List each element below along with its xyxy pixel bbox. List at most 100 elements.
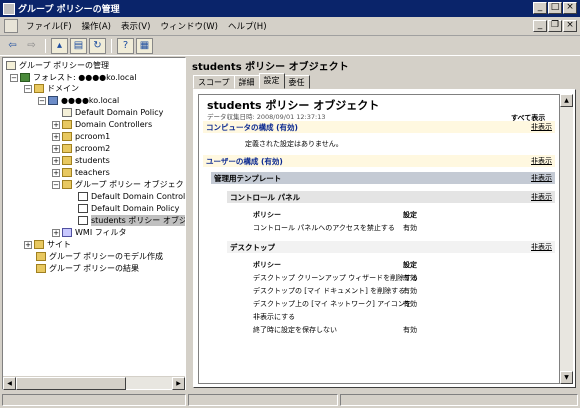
ou-icon bbox=[62, 132, 72, 141]
mdi-restore-button[interactable]: ❐ bbox=[548, 20, 562, 32]
folder-icon bbox=[36, 264, 46, 273]
user-config-header[interactable]: ユーザーの構成 (有効) 非表示 bbox=[203, 155, 555, 167]
section-label: ユーザーの構成 (有効) bbox=[206, 156, 283, 166]
expand-toggle[interactable]: + bbox=[52, 144, 60, 153]
hide-link[interactable]: 非表示 bbox=[531, 122, 552, 132]
menu-action[interactable]: 操作(A) bbox=[77, 20, 116, 32]
hide-link[interactable]: 非表示 bbox=[531, 242, 552, 252]
tree-item-pcroom1[interactable]: + pcroom1 bbox=[52, 131, 110, 142]
collapse-toggle[interactable]: − bbox=[10, 73, 18, 82]
tree-horizontal-scrollbar[interactable]: ◀ ▶ bbox=[3, 376, 185, 390]
ou-icon bbox=[62, 168, 72, 177]
tree-gpo-default-dc[interactable]: Default Domain Controll bbox=[78, 191, 185, 202]
policy-column-header: ポリシー bbox=[253, 211, 281, 219]
menu-view[interactable]: 表示(V) bbox=[116, 20, 155, 32]
hide-link[interactable]: 非表示 bbox=[531, 156, 552, 166]
policy-setting: 有効 bbox=[403, 326, 417, 334]
tree-item-default-domain-policy[interactable]: Default Domain Policy bbox=[62, 107, 163, 118]
tree-item-students[interactable]: + students bbox=[52, 155, 110, 166]
folder-icon bbox=[34, 240, 44, 249]
minimize-button[interactable]: _ bbox=[533, 2, 547, 14]
tree-forest[interactable]: − フォレスト: ●●●●ko.local bbox=[10, 72, 136, 83]
policy-setting: 有効 bbox=[403, 300, 417, 308]
desktop-header[interactable]: デスクトップ 非表示 bbox=[227, 241, 555, 253]
tree-root[interactable]: グループ ポリシーの管理 bbox=[6, 60, 109, 71]
menu-help[interactable]: ヘルプ(H) bbox=[223, 20, 272, 32]
tab-details[interactable]: 詳細 bbox=[233, 75, 260, 89]
back-arrow-icon[interactable]: ⇦ bbox=[4, 38, 21, 54]
tab-scope[interactable]: スコープ bbox=[193, 75, 235, 89]
menu-bar: ファイル(F) 操作(A) 表示(V) ウィンドウ(W) ヘルプ(H) _ ❐ … bbox=[0, 17, 580, 36]
properties-icon[interactable]: ▦ bbox=[136, 37, 153, 54]
control-panel-header[interactable]: コントロール パネル 非表示 bbox=[227, 191, 555, 203]
section-label: コンピュータの構成 (有効) bbox=[206, 122, 298, 132]
expand-toggle[interactable]: + bbox=[24, 240, 32, 249]
mdi-minimize-button[interactable]: _ bbox=[533, 20, 547, 32]
expand-toggle[interactable]: + bbox=[52, 120, 60, 129]
help-icon[interactable]: ? bbox=[117, 37, 134, 54]
tree-domains[interactable]: − ドメイン bbox=[24, 83, 79, 94]
mdi-close-button[interactable]: × bbox=[563, 20, 577, 32]
status-pane bbox=[188, 394, 338, 406]
console-icon[interactable] bbox=[4, 19, 18, 33]
tree-modeling[interactable]: グループ ポリシーのモデル作成 bbox=[36, 251, 163, 262]
tree-forest-label: フォレスト: ●●●●ko.local bbox=[33, 73, 137, 82]
tree-wmi-filters[interactable]: + WMI フィルタ bbox=[52, 227, 127, 238]
tree-item-label: Default Domain Policy bbox=[75, 108, 164, 117]
status-bar bbox=[0, 392, 580, 408]
menu-file[interactable]: ファイル(F) bbox=[21, 20, 77, 32]
tree-domain-label: ●●●●ko.local bbox=[61, 96, 120, 105]
tree-item-label: WMI フィルタ bbox=[75, 228, 127, 237]
scroll-track[interactable] bbox=[560, 107, 573, 371]
admin-templates-header[interactable]: 管理用テンプレート 非表示 bbox=[211, 172, 555, 184]
expand-toggle[interactable]: + bbox=[52, 156, 60, 165]
tree-item-domain-controllers[interactable]: + Domain Controllers bbox=[52, 119, 152, 130]
tab-delegation[interactable]: 委任 bbox=[283, 75, 310, 89]
tab-settings[interactable]: 設定 bbox=[258, 73, 285, 89]
window-title: グループ ポリシーの管理 bbox=[18, 5, 120, 15]
tree-item-gpo-container[interactable]: − グループ ポリシー オブジェクト bbox=[52, 179, 185, 190]
status-pane bbox=[2, 394, 186, 406]
section-label: 管理用テンプレート bbox=[214, 173, 282, 183]
tree-item-pcroom2[interactable]: + pcroom2 bbox=[52, 143, 110, 154]
hide-link[interactable]: 非表示 bbox=[531, 192, 552, 202]
tree-results[interactable]: グループ ポリシーの結果 bbox=[36, 263, 139, 274]
forest-icon bbox=[20, 73, 30, 82]
expand-toggle[interactable]: + bbox=[52, 132, 60, 141]
scroll-right-icon[interactable]: ▶ bbox=[172, 376, 185, 390]
scroll-down-icon[interactable]: ▼ bbox=[560, 371, 573, 384]
toolbar-separator bbox=[111, 38, 112, 53]
collapse-toggle[interactable]: − bbox=[24, 84, 32, 93]
wmi-filter-icon bbox=[62, 228, 72, 237]
tree-sites[interactable]: + サイト bbox=[24, 239, 71, 250]
hide-link[interactable]: 非表示 bbox=[531, 173, 552, 183]
tree-item-teachers[interactable]: + teachers bbox=[52, 167, 110, 178]
expand-toggle[interactable]: + bbox=[52, 168, 60, 177]
forward-arrow-icon[interactable]: ⇨ bbox=[23, 38, 40, 54]
up-folder-icon[interactable]: ▴ bbox=[51, 37, 68, 54]
title-bar: グループ ポリシーの管理 _ □ × bbox=[0, 0, 580, 17]
tree-item-label: グループ ポリシーのモデル作成 bbox=[49, 252, 164, 261]
gpo-icon bbox=[78, 192, 88, 201]
scroll-thumb[interactable] bbox=[16, 376, 126, 390]
collapse-toggle[interactable]: − bbox=[38, 96, 46, 105]
expand-toggle[interactable]: + bbox=[52, 228, 60, 237]
scroll-up-icon[interactable]: ▲ bbox=[560, 94, 573, 107]
collapse-toggle[interactable]: − bbox=[52, 180, 60, 189]
console-tree-pane: グループ ポリシーの管理 − フォレスト: ●●●●ko.local − ドメイ… bbox=[2, 57, 186, 390]
computer-config-header[interactable]: コンピュータの構成 (有効) 非表示 bbox=[203, 121, 555, 133]
menu-window[interactable]: ウィンドウ(W) bbox=[155, 20, 223, 32]
scroll-left-icon[interactable]: ◀ bbox=[3, 376, 16, 390]
refresh-icon[interactable]: ↻ bbox=[89, 37, 106, 54]
maximize-button[interactable]: □ bbox=[548, 2, 562, 14]
setting-column-header: 設定 bbox=[403, 261, 417, 269]
tree-domain[interactable]: − ●●●●ko.local bbox=[38, 95, 119, 106]
tree-item-label: サイト bbox=[47, 240, 71, 249]
tree-item-label: Domain Controllers bbox=[75, 120, 153, 129]
gpo-link-icon bbox=[62, 108, 72, 117]
tree-gpo-students[interactable]: students ポリシー オブジェ bbox=[78, 215, 185, 226]
show-tree-icon[interactable]: ▤ bbox=[70, 37, 87, 54]
tree-gpo-default-domain[interactable]: Default Domain Policy bbox=[78, 203, 179, 214]
close-button[interactable]: × bbox=[563, 2, 577, 14]
report-vertical-scrollbar[interactable]: ▲ ▼ bbox=[560, 94, 573, 384]
